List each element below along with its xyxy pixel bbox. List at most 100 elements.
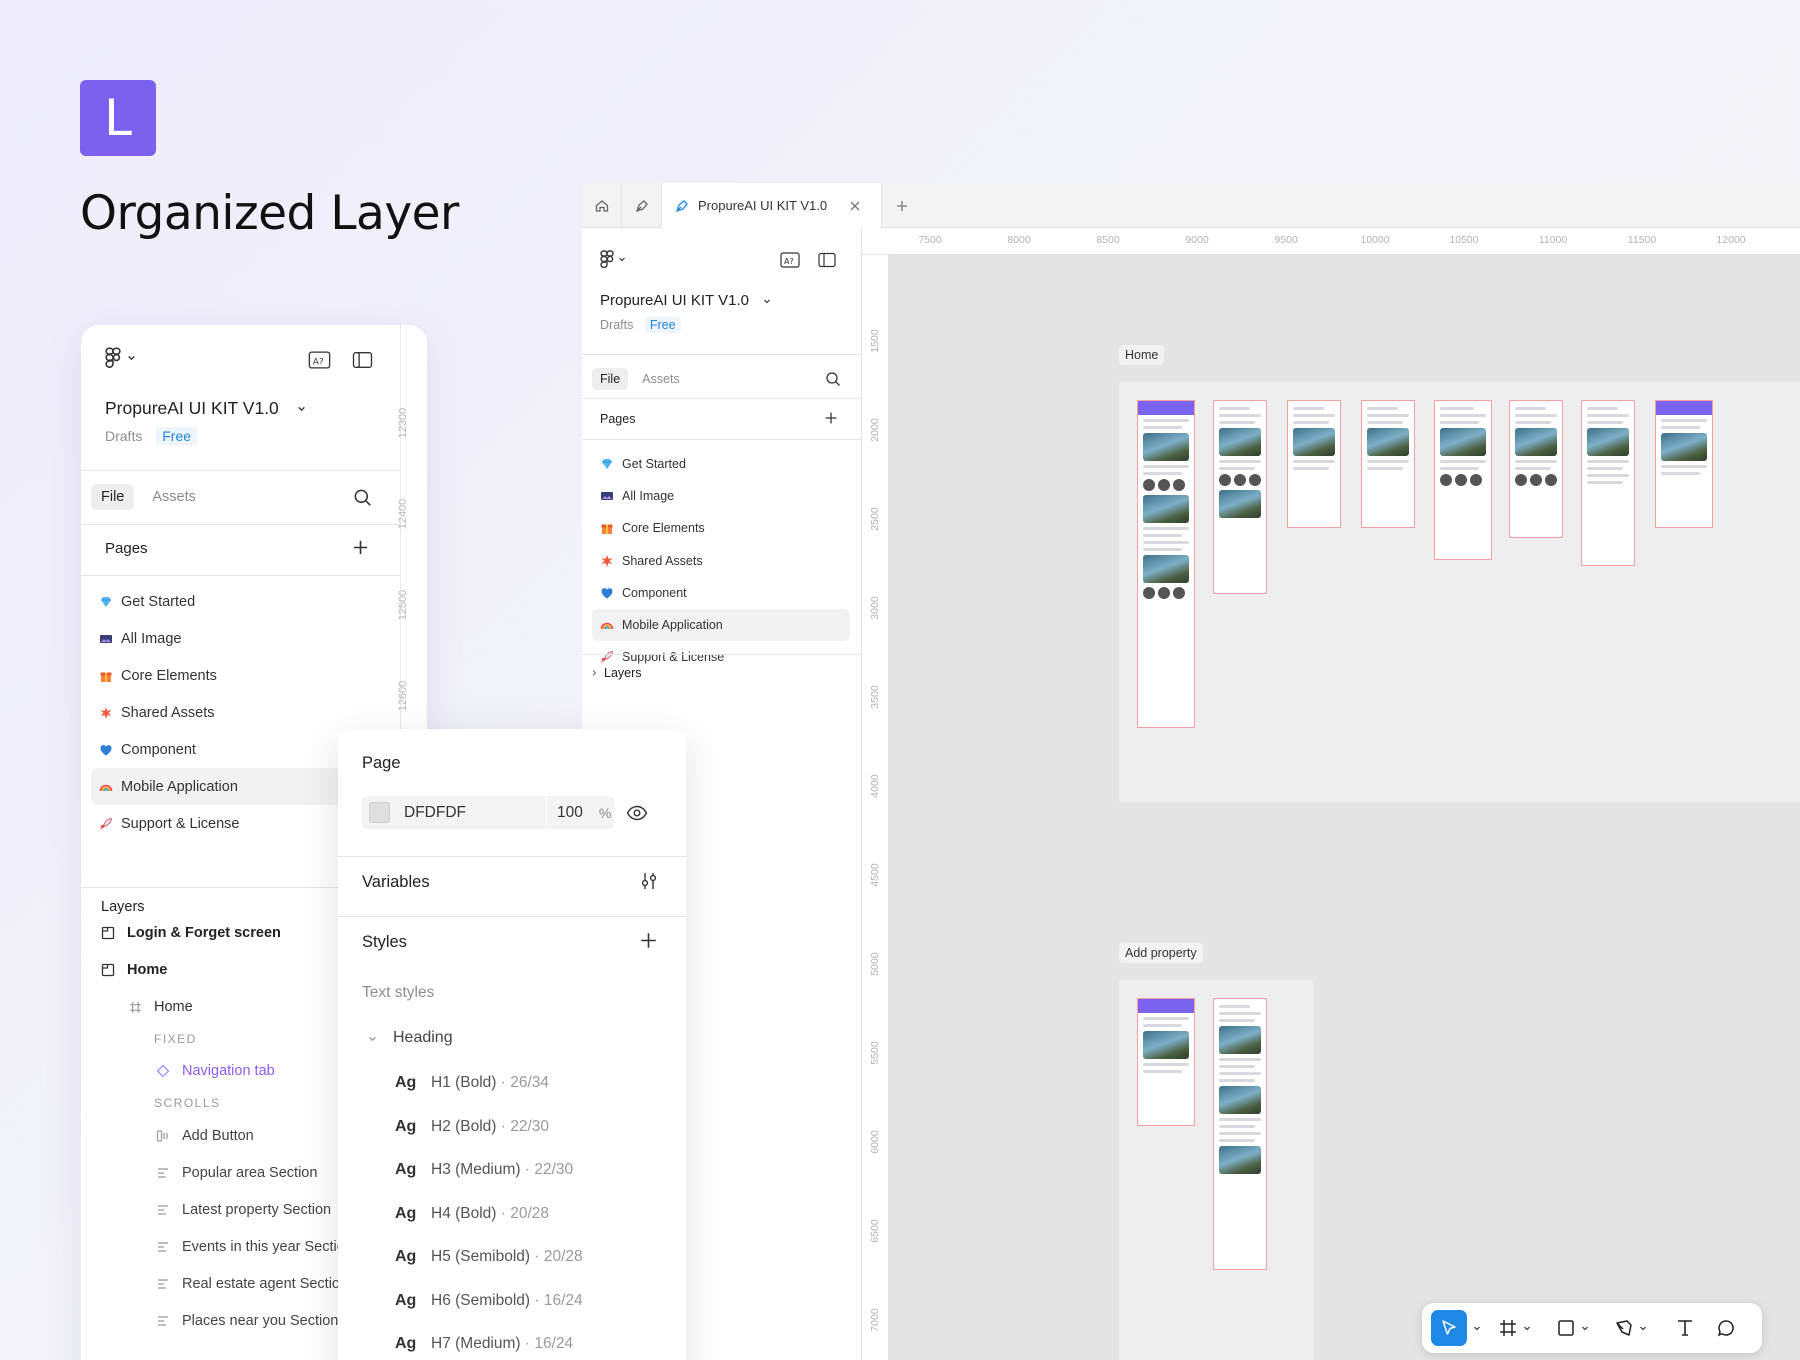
layer-row[interactable]: Events in this year Section <box>156 1235 353 1259</box>
page-item-core-elements[interactable]: Core Elements <box>91 657 391 694</box>
page-item-all-image[interactable]: All Image <box>592 480 850 512</box>
background-hex[interactable]: DFDFDF <box>404 804 546 822</box>
file-name-button[interactable]: PropureAI UI KIT V1.0 <box>600 292 771 309</box>
screen-frame[interactable] <box>1137 998 1195 1126</box>
layer-row[interactable]: Navigation tab <box>156 1059 275 1083</box>
screen-frame[interactable] <box>1361 400 1415 528</box>
move-tool[interactable] <box>1431 1310 1489 1346</box>
layer-row[interactable]: Real estate agent Section <box>156 1272 348 1296</box>
page-item-core-elements[interactable]: Core Elements <box>592 512 850 544</box>
drafts-tab[interactable] <box>622 183 662 228</box>
layer-row[interactable]: Login & Forget screen <box>101 921 281 945</box>
search-icon[interactable] <box>353 488 372 507</box>
add-page-plus-icon[interactable] <box>352 539 369 556</box>
canvas[interactable]: Home Add property <box>889 255 1800 1360</box>
file-tab[interactable]: PropureAI UI KIT V1.0 <box>662 183 882 228</box>
text-style-row[interactable]: Ag H3 (Medium) · 22/30 <box>395 1161 573 1179</box>
add-style-plus-icon[interactable] <box>640 932 657 949</box>
page-item-get-started[interactable]: Get Started <box>91 583 391 620</box>
file-name: PropureAI UI KIT V1.0 <box>105 398 279 418</box>
layer-row[interactable]: Latest property Section <box>156 1198 331 1222</box>
page-item-shared-assets[interactable]: Shared Assets <box>91 694 391 731</box>
variables-adjust-icon[interactable] <box>639 871 659 891</box>
opacity-value[interactable]: 100 <box>557 804 583 822</box>
close-icon[interactable] <box>849 200 861 212</box>
ai-toggle-icon[interactable]: A? <box>780 252 800 268</box>
text-style-sample: Ag <box>395 1074 417 1091</box>
screen-frame[interactable] <box>1509 400 1563 538</box>
new-tab-button[interactable] <box>882 183 922 228</box>
section-add-property[interactable] <box>1119 980 1314 1360</box>
ruler-tick-label: 9500 <box>1274 234 1298 246</box>
text-style-sample: Ag <box>395 1161 417 1178</box>
text-style-meta: · 22/30 <box>496 1117 550 1135</box>
layer-row[interactable]: Home <box>101 958 167 982</box>
chevron-down-icon[interactable] <box>1523 1324 1531 1332</box>
layers-collapsed-row[interactable]: Layers <box>590 666 642 680</box>
home-tab[interactable] <box>582 183 622 228</box>
frame-tool[interactable] <box>1489 1319 1547 1337</box>
tab-file[interactable]: File <box>592 368 629 390</box>
page-item-component[interactable]: Component <box>592 577 850 609</box>
tab-assets[interactable]: Assets <box>634 368 688 390</box>
plan-badge[interactable]: Free <box>156 427 198 445</box>
plan-badge[interactable]: Free <box>644 317 681 333</box>
heading-group-row[interactable]: Heading <box>368 1029 453 1047</box>
screen-frame[interactable] <box>1213 400 1267 594</box>
chevron-down-icon[interactable] <box>1581 1324 1589 1332</box>
tab-assets[interactable]: Assets <box>144 485 204 509</box>
section-label-home[interactable]: Home <box>1119 345 1165 365</box>
text-style-row[interactable]: Ag H6 (Semibold) · 16/24 <box>395 1292 583 1310</box>
search-icon[interactable] <box>825 371 841 387</box>
chevron-down-icon[interactable] <box>1639 1324 1647 1332</box>
variables-title[interactable]: Variables <box>362 873 430 892</box>
text-style-name: H6 (Semibold) <box>431 1291 531 1309</box>
text-tool[interactable] <box>1663 1319 1709 1337</box>
layer-row[interactable]: Popular area Section <box>156 1161 317 1185</box>
screen-frame[interactable] <box>1287 400 1341 528</box>
page-background-field[interactable]: DFDFDF 100 % <box>362 796 614 829</box>
panel-toggle-icon[interactable] <box>818 252 836 268</box>
text-style-row[interactable]: Ag H7 (Medium) · 16/24 <box>395 1335 573 1353</box>
comment-tool[interactable] <box>1709 1319 1749 1337</box>
section-label-add-property[interactable]: Add property <box>1119 943 1203 963</box>
screen-frame[interactable] <box>1434 400 1492 560</box>
screen-frame[interactable] <box>1655 400 1713 528</box>
text-style-row[interactable]: Ag H1 (Bold) · 26/34 <box>395 1074 549 1092</box>
eye-icon[interactable] <box>626 805 648 821</box>
page-item-get-started[interactable]: Get Started <box>592 448 850 480</box>
text-style-row[interactable]: Ag H5 (Semibold) · 20/28 <box>395 1248 583 1266</box>
chevron-down-icon[interactable] <box>1473 1324 1481 1332</box>
shape-tool[interactable] <box>1547 1319 1605 1337</box>
pen-tool[interactable] <box>1605 1319 1663 1337</box>
ruler-tick-label: 12000 <box>1716 234 1746 246</box>
add-page-plus-icon[interactable] <box>824 411 838 425</box>
text-style-row[interactable]: Ag H2 (Bold) · 22/30 <box>395 1118 549 1136</box>
file-name-button[interactable]: PropureAI UI KIT V1.0 <box>105 398 306 419</box>
screen-frame[interactable] <box>1137 400 1195 728</box>
text-style-name: H7 (Medium) <box>431 1335 521 1352</box>
page-item-all-image[interactable]: All Image <box>91 620 391 657</box>
panel-toggle-icon[interactable] <box>352 351 373 369</box>
tab-file[interactable]: File <box>91 484 135 510</box>
rainbow-icon <box>99 780 113 794</box>
ai-toggle-icon[interactable]: A? <box>308 351 331 369</box>
ruler-tick-label: 11500 <box>1627 234 1657 246</box>
layer-row[interactable]: Places near you Section <box>156 1309 338 1333</box>
page-item-mobile-application[interactable]: Mobile Application <box>592 608 850 642</box>
layer-row[interactable]: Home <box>129 995 193 1019</box>
main-menu-button[interactable] <box>105 347 136 368</box>
color-swatch[interactable] <box>369 802 390 823</box>
page-item-shared-assets[interactable]: Shared Assets <box>592 545 850 577</box>
screen-frame[interactable] <box>1581 400 1635 566</box>
text-style-row[interactable]: Ag H4 (Bold) · 20/28 <box>395 1205 549 1223</box>
main-menu-button[interactable] <box>600 250 626 268</box>
page-item-label: Get Started <box>121 593 196 610</box>
drafts-label[interactable]: Drafts <box>105 428 142 444</box>
page-properties-panel: Page DFDFDF 100 % Variables Styles Text … <box>338 729 686 1360</box>
section-home[interactable] <box>1119 382 1800 802</box>
drafts-label[interactable]: Drafts <box>600 318 633 332</box>
text-style-meta: · 22/30 <box>520 1161 574 1178</box>
layer-row[interactable]: Add Button <box>156 1124 254 1148</box>
screen-frame[interactable] <box>1213 998 1267 1270</box>
